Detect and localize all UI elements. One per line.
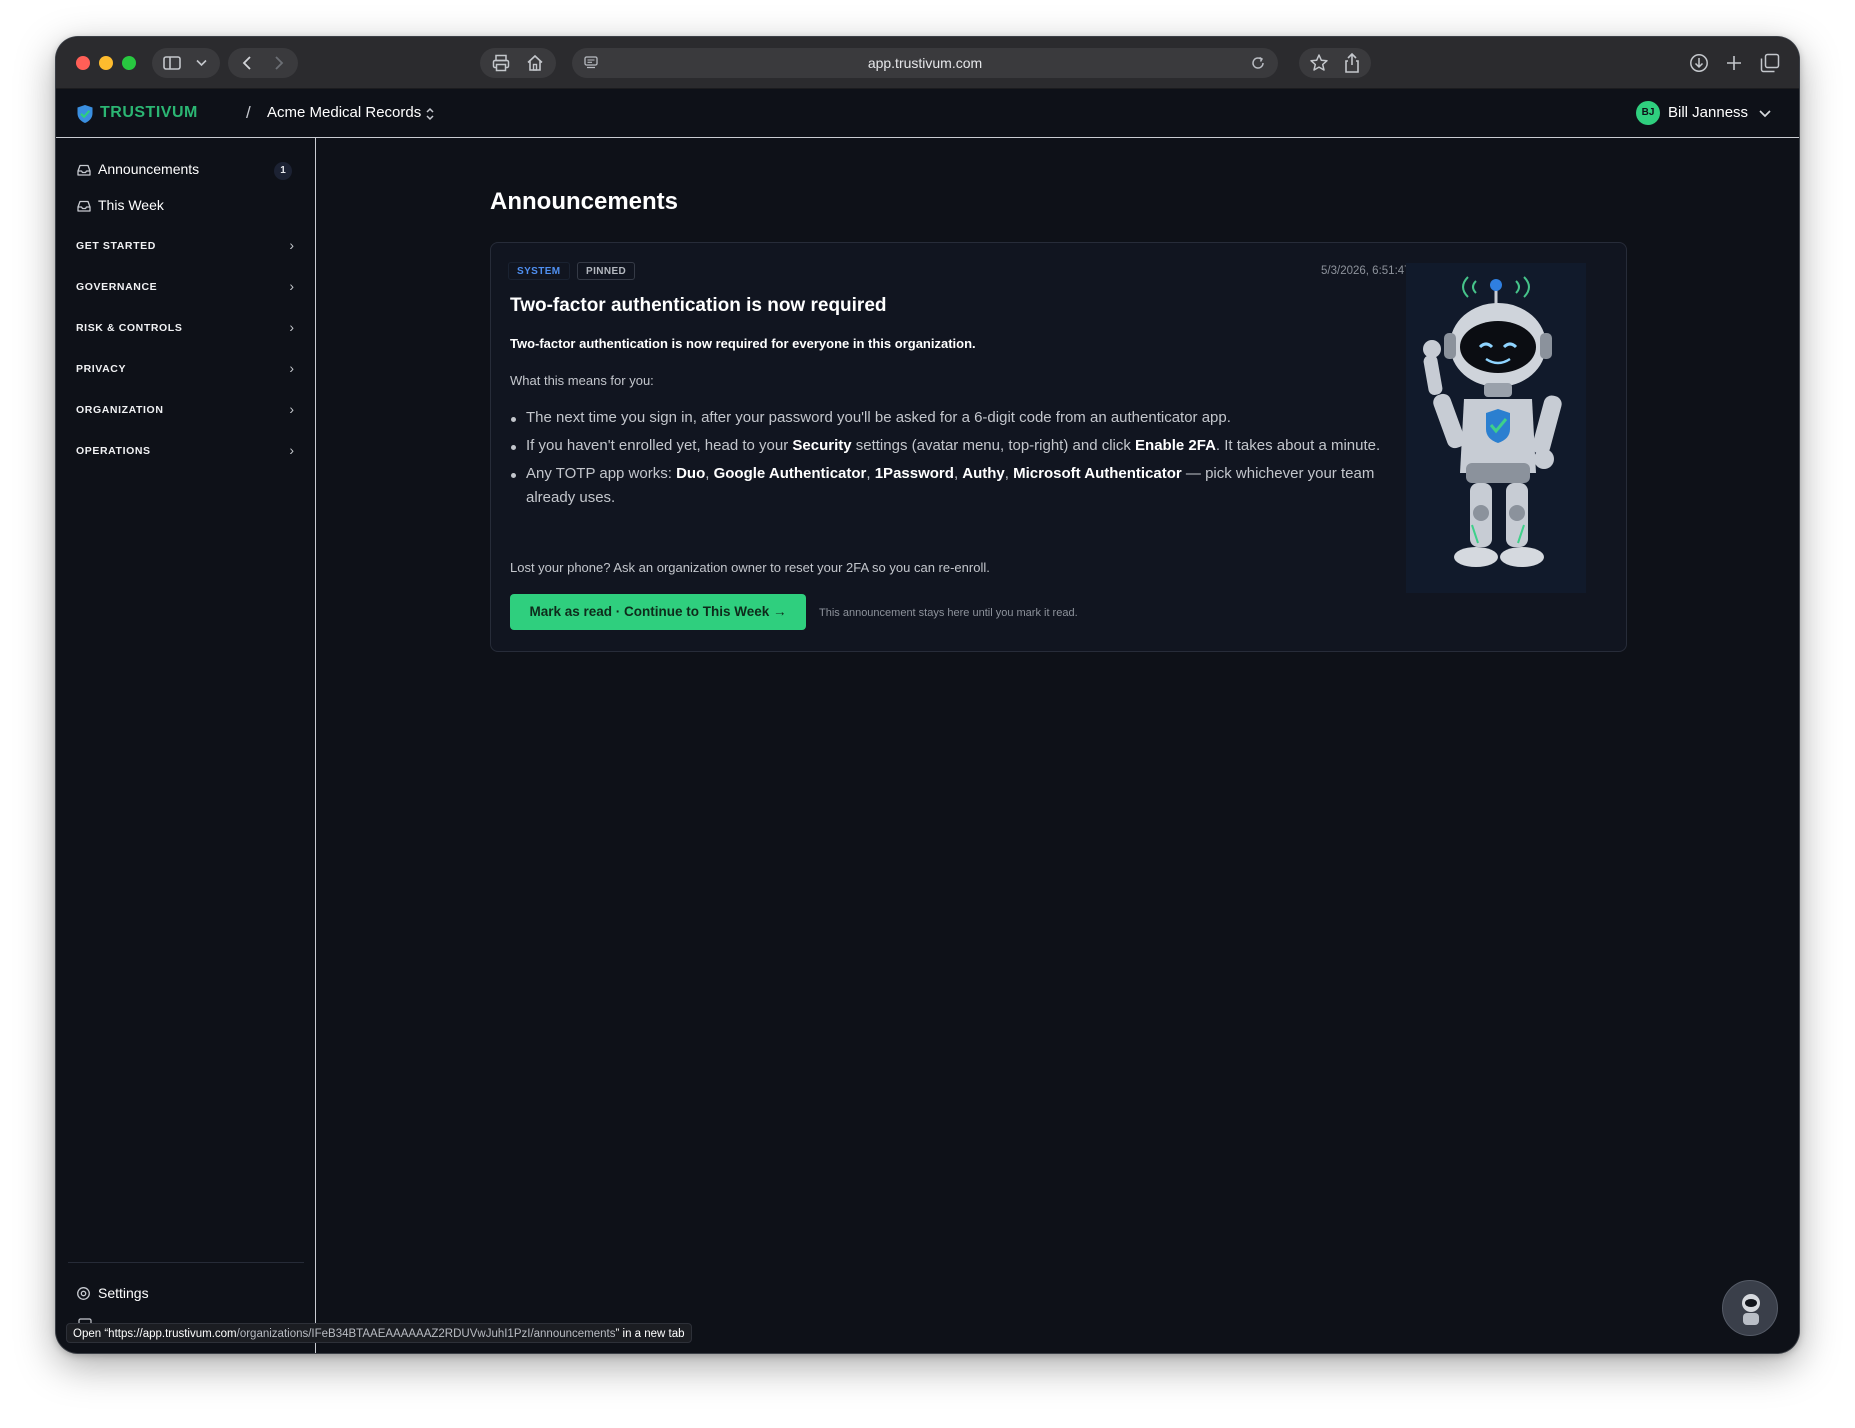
security-emphasis: Security <box>792 437 852 454</box>
chevron-right-icon: › <box>289 237 294 253</box>
app-name: Microsoft Authenticator <box>1013 465 1182 482</box>
chevron-right-icon: › <box>289 401 294 417</box>
main-content: Announcements SYSTEM PINNED 5/3/2026, 6:… <box>317 138 1799 1353</box>
section-label: RISK & CONTROLS <box>76 322 183 334</box>
user-menu-name[interactable]: Bill Janness <box>1668 104 1748 121</box>
zoom-window-button[interactable] <box>122 56 136 70</box>
robot-mascot-icon <box>1406 263 1586 593</box>
status-bar-url: Open “https://app.trustivum.com/organiza… <box>66 1323 692 1343</box>
section-organization[interactable]: ORGANIZATION › <box>66 398 306 424</box>
list-item: If you haven't enrolled yet, head to you… <box>510 434 1390 458</box>
shield-logo-icon[interactable] <box>76 104 94 124</box>
browser-window: app.trustivum.com TRUSTIVUM / Acme Medic… <box>56 37 1799 1353</box>
sidebar-item-this-week[interactable]: This Week <box>66 192 306 220</box>
section-label: GET STARTED <box>76 240 156 252</box>
bullet-text: Any TOTP app works: <box>526 465 677 482</box>
forward-icon[interactable] <box>274 55 284 71</box>
sidebar-item-label: This Week <box>98 197 164 213</box>
section-label: GOVERNANCE <box>76 281 158 293</box>
sidebar-toggle-group[interactable] <box>152 48 220 78</box>
app-header: TRUSTIVUM / Acme Medical Records BJ Bill… <box>56 89 1799 138</box>
sidebar-divider <box>68 1262 304 1263</box>
bullet-text: settings (avatar menu, top-right) and cl… <box>851 437 1136 454</box>
status-prefix: Open “ <box>73 1328 109 1340</box>
chevron-down-icon[interactable] <box>196 59 207 67</box>
announcement-title: Two-factor authentication is now require… <box>510 295 887 316</box>
sidebar-item-label: Announcements <box>98 161 200 177</box>
inbox-icon <box>77 164 91 176</box>
section-label: PRIVACY <box>76 363 127 375</box>
chevron-up-down-icon[interactable] <box>425 106 435 122</box>
section-governance[interactable]: GOVERNANCE › <box>66 275 306 301</box>
home-icon[interactable] <box>526 54 544 72</box>
gear-icon <box>77 1287 90 1300</box>
chevron-right-icon: › <box>289 442 294 458</box>
pinned-tag: PINNED <box>577 262 636 280</box>
address-bar[interactable]: app.trustivum.com <box>572 48 1278 78</box>
announcement-footer: Lost your phone? Ask an organization own… <box>510 560 990 575</box>
download-icon[interactable] <box>1689 53 1709 73</box>
print-home-group <box>480 48 556 78</box>
bookmark-share-group <box>1299 48 1371 78</box>
back-icon[interactable] <box>242 55 252 71</box>
cta-note: This announcement stays here until you m… <box>819 607 1078 619</box>
status-url-host: https://app.trustivum.com <box>108 1328 237 1340</box>
assistant-bot-button[interactable] <box>1722 1280 1778 1336</box>
section-operations[interactable]: OPERATIONS › <box>66 439 306 465</box>
bullet-text: The next time you sign in, after your pa… <box>526 409 1231 426</box>
brand-logo-text[interactable]: TRUSTIVUM <box>100 104 198 122</box>
reload-icon[interactable] <box>1250 55 1266 71</box>
section-label: ORGANIZATION <box>76 404 164 416</box>
section-privacy[interactable]: PRIVACY › <box>66 357 306 383</box>
chevron-right-icon: › <box>289 319 294 335</box>
chevron-right-icon: › <box>289 360 294 376</box>
minimize-window-button[interactable] <box>99 56 113 70</box>
print-icon[interactable] <box>492 54 510 72</box>
chevron-down-icon[interactable] <box>1758 109 1772 119</box>
share-icon[interactable] <box>1343 52 1361 74</box>
app-name: 1Password <box>874 465 954 482</box>
sidebar-item-settings[interactable]: Settings <box>66 1280 306 1308</box>
close-window-button[interactable] <box>76 56 90 70</box>
breadcrumb-separator: / <box>246 103 251 122</box>
system-tag: SYSTEM <box>508 262 570 280</box>
announcement-lead: Two-factor authentication is now require… <box>510 336 976 351</box>
inbox-icon <box>77 200 91 212</box>
section-get-started[interactable]: GET STARTED › <box>66 234 306 260</box>
history-nav-group <box>228 48 298 78</box>
section-label: OPERATIONS <box>76 445 151 457</box>
announcement-bullets: The next time you sign in, after your pa… <box>510 406 1390 514</box>
mark-as-read-button[interactable]: Mark as read · Continue to This Week → <box>510 594 806 630</box>
status-url-path: /organizations/IFeB34BTAAEAAAAAAZ2RDUVwJ… <box>236 1328 616 1340</box>
tabs-overview-icon[interactable] <box>1760 53 1780 73</box>
chevron-right-icon: › <box>289 278 294 294</box>
new-tab-icon[interactable] <box>1725 54 1743 72</box>
bullet-text: If you haven't enrolled yet, head to you… <box>526 437 793 454</box>
sidebar-item-announcements[interactable]: Announcements 1 <box>66 156 306 184</box>
app-name: Google Authenticator <box>713 465 867 482</box>
unread-count-badge: 1 <box>274 162 292 180</box>
list-item: The next time you sign in, after your pa… <box>510 406 1390 430</box>
organization-switcher[interactable]: Acme Medical Records <box>267 104 421 121</box>
page-title: Announcements <box>490 188 679 215</box>
list-item: Any TOTP app works: Duo, Google Authenti… <box>510 462 1390 510</box>
app-name: Duo <box>676 465 706 482</box>
status-suffix: ” in a new tab <box>615 1328 685 1340</box>
section-risk-controls[interactable]: RISK & CONTROLS › <box>66 316 306 342</box>
sidebar-item-label: Settings <box>98 1285 149 1301</box>
avatar[interactable]: BJ <box>1636 101 1660 125</box>
browser-toolbar: app.trustivum.com <box>56 37 1799 89</box>
announcement-subheading: What this means for you: <box>510 373 654 388</box>
announcement-card: SYSTEM PINNED 5/3/2026, 6:51:47 PM Two-f… <box>490 242 1627 652</box>
sidebar-toggle-icon[interactable] <box>163 56 181 70</box>
bullet-text: . It takes about a minute. <box>1215 437 1381 454</box>
robot-assistant-icon <box>1742 1294 1760 1325</box>
url-text[interactable]: app.trustivum.com <box>572 48 1278 78</box>
app-name: Authy <box>962 465 1005 482</box>
bookmark-star-icon[interactable] <box>1309 53 1329 73</box>
enable-2fa-emphasis: Enable 2FA <box>1135 437 1216 454</box>
sidebar: Announcements 1 This Week GET STARTED › … <box>56 138 316 1353</box>
